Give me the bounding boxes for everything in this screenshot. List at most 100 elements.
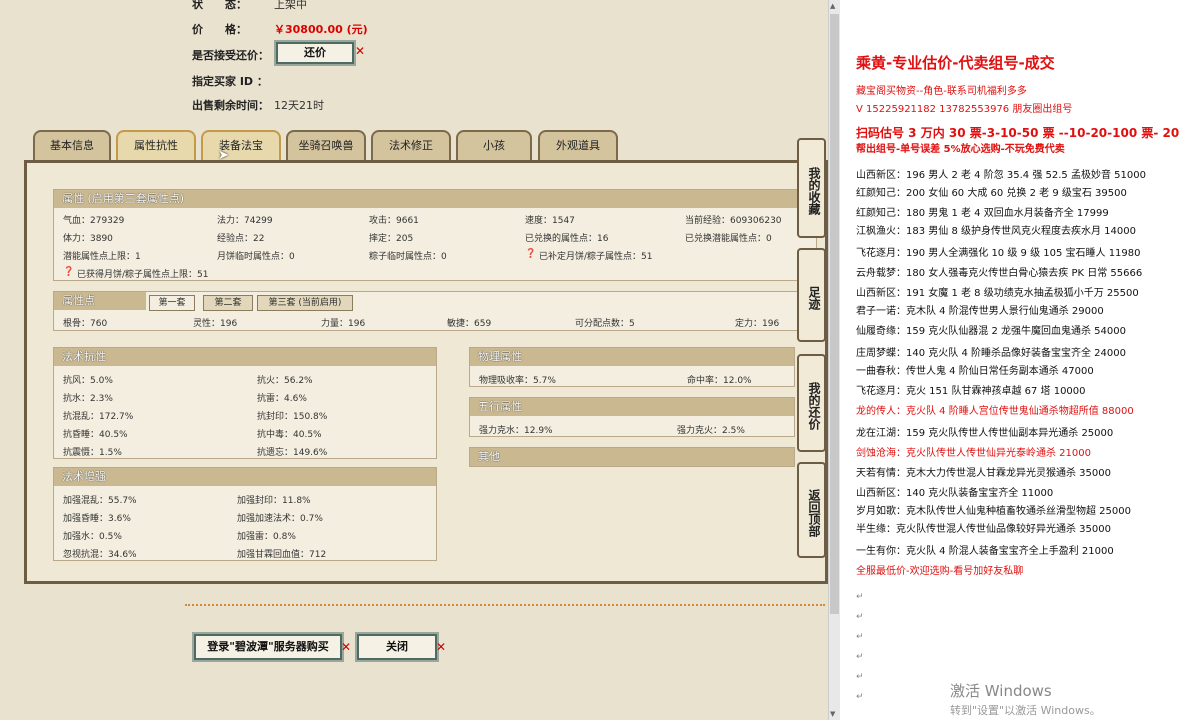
doc-line: 一生有你：克火队 4 阶混人装备宝宝齐全上手盈利 21000: [856, 546, 1114, 557]
tab-points-set1[interactable]: 第一套: [149, 295, 195, 311]
resist-thunder: 抗雷：4.6%: [257, 394, 307, 404]
resist-forget: 抗遗忘：149.6%: [257, 448, 328, 458]
resist-sleep: 抗昏睡：40.5%: [63, 430, 128, 440]
other-box: 其他: [469, 447, 795, 467]
resist-seal: 抗封印：150.8%: [257, 412, 328, 422]
attr-attack: 攻击：9661: [369, 216, 419, 226]
attr-potential-exchanged: 已兑换潜能属性点：0: [685, 234, 772, 244]
doc-line: 飞花逐月：190 男人全满强化 10 级 9 级 105 宝石睡人 11980: [856, 248, 1141, 259]
paragraph-mark-icon: ↵: [856, 672, 864, 682]
status-value: 上架中: [274, 0, 307, 11]
paragraph-mark-icon: ↵: [856, 632, 864, 642]
point-agility: 敏捷：659: [447, 319, 492, 329]
wuxing-water: 强力克水：12.9%: [479, 426, 553, 436]
doc-line: 岁月如歌：克木队传世人仙鬼种植畜牧通杀丝滑型物超 25000: [856, 506, 1131, 517]
attr-seal: 摔定：205: [369, 234, 414, 244]
point-spirit: 灵性：196: [193, 319, 238, 329]
resist-water: 抗水：2.3%: [63, 394, 113, 404]
attr-potential-cap: 潜能属性点上限：1: [63, 252, 141, 262]
side-footprint[interactable]: 足迹: [797, 248, 826, 342]
side-favorites[interactable]: 我的收藏: [797, 138, 826, 238]
attr-filled: 已补定月饼/粽子属性点：51: [539, 252, 653, 262]
attr-exchanged: 已兑换的属性点：16: [525, 234, 609, 244]
tab-equipment[interactable]: 装备法宝: [201, 130, 281, 160]
doc-line: 飞花逐月：克火 151 队甘霖神孩卓越 67 塔 10000: [856, 386, 1086, 397]
side-my-bargain[interactable]: 我的还价: [797, 354, 826, 452]
doc-line: 山西新区：191 女魔 1 老 8 级功绩克水抽孟极狐小千万 25500: [856, 288, 1139, 299]
doc-line: 全服最低价-欢迎选购-看号加好友私聊: [856, 566, 1024, 577]
enhance-haste: 加强加速法术：0.7%: [237, 514, 323, 524]
physical-title: 物理属性: [470, 348, 794, 366]
bargain-label: 是否接受还价：: [192, 49, 269, 62]
doc-line: 天若有情：克木大力传世混人甘霖龙异光灵猴通杀 35000: [856, 468, 1111, 479]
windows-activate-watermark: 激活 Windows: [950, 682, 1052, 700]
doc-heading: 乘黄-专业估价-代卖组号-成交: [856, 54, 1055, 72]
enhance-chaos: 加强混乱：55.7%: [63, 496, 137, 506]
windows-activate-hint: 转到"设置"以激活 Windows。: [950, 704, 1101, 717]
scroll-up-icon[interactable]: ▲: [830, 2, 835, 10]
phys-absorb: 物理吸收率：5.7%: [479, 376, 556, 386]
paragraph-mark-icon: ↵: [856, 592, 864, 602]
scroll-thumb[interactable]: [830, 14, 839, 614]
enhance-water: 加强水：0.5%: [63, 532, 122, 542]
divider: [185, 604, 825, 606]
login-buy-button[interactable]: 登录"碧波潭"服务器购买: [194, 634, 342, 660]
doc-line: 一曲春秋：传世人鬼 4 阶仙日常任务副本通杀 47000: [856, 366, 1094, 377]
point-focus: 定力：196: [735, 319, 780, 329]
doc-line: 红颜知己：180 男鬼 1 老 4 双回血水月装备齐全 17999: [856, 208, 1109, 219]
close-x-icon: ✕: [436, 640, 447, 654]
buyer-id-label: 指定买家 ID ：: [192, 75, 268, 88]
wuxing-fire: 强力克火：2.5%: [677, 426, 745, 436]
doc-line: 龙的传人：克火队 4 阶睡人宫位传世鬼仙通杀物超所值 88000: [856, 406, 1134, 417]
ignore-chaos-resist: 忽视抗混：34.6%: [63, 550, 137, 560]
tab-basic[interactable]: 基本信息: [33, 130, 111, 160]
scroll-down-icon[interactable]: ▼: [830, 710, 835, 718]
attr-zongzi: 粽子临时属性点：0: [369, 252, 447, 262]
enhance-sleep: 加强昏睡：3.6%: [63, 514, 131, 524]
resist-chaos: 抗混乱：172.7%: [63, 412, 134, 422]
attr-exp-points: 经验点：22: [217, 234, 265, 244]
price-label: 价 格：: [192, 23, 247, 36]
enhance-heal: 加强甘霖回血值：712: [237, 550, 327, 560]
attr-hp: 气血：279329: [63, 216, 125, 226]
resist-shock: 抗震慑：1.5%: [63, 448, 122, 458]
time-left-value: 12天21时: [274, 99, 324, 112]
doc-line: 君子一诺：克木队 4 阶混传世男人景行仙鬼通杀 29000: [856, 306, 1104, 317]
paragraph-mark-icon: ↵: [856, 692, 864, 702]
attr-exp: 当前经验：609306230: [685, 216, 782, 226]
resist-title: 法术抗性: [54, 348, 436, 366]
doc-line: 庄周梦蝶：140 克火队 4 阶睡杀品像好装备宝宝齐全 24000: [856, 348, 1126, 359]
enhance-seal: 加强封印：11.8%: [237, 496, 311, 506]
doc-line: 红颜知己：200 女仙 60 大成 60 兑换 2 老 9 级宝石 39500: [856, 188, 1127, 199]
page-scrollbar[interactable]: ▲ ▼: [828, 0, 840, 720]
help-icon[interactable]: ❓: [63, 267, 74, 277]
close-button[interactable]: 关闭: [357, 634, 437, 660]
tab-points-set3[interactable]: 第三套 (当前启用): [257, 295, 353, 311]
doc-line: 半生缘：克火队传世混人传世仙品像较好异光通杀 35000: [856, 524, 1111, 535]
resist-wind: 抗风：5.0%: [63, 376, 113, 386]
tab-mounts-pets[interactable]: 坐骑召唤兽: [286, 130, 366, 160]
resist-fire: 抗火：56.2%: [257, 376, 313, 386]
resist-poison: 抗中毒：40.5%: [257, 430, 322, 440]
price-value: ￥30800.00 (元): [274, 23, 368, 36]
status-label: 状 态：: [192, 0, 247, 11]
side-back-top[interactable]: 返回顶部: [797, 462, 826, 558]
doc-line: 帮出组号-单号误差 5%放心选购-不玩免费代卖: [856, 144, 1065, 155]
tab-attributes[interactable]: 属性抗性: [116, 130, 196, 160]
other-title: 其他: [470, 448, 794, 466]
paragraph-mark-icon: ↵: [856, 612, 864, 622]
wuxing-title: 五行属性: [470, 398, 794, 416]
bargain-button[interactable]: 还价: [276, 42, 354, 64]
attr-speed: 速度：1547: [525, 216, 575, 226]
tab-children[interactable]: 小孩: [456, 130, 532, 160]
phys-hit: 命中率：12.0%: [687, 376, 752, 386]
tab-spell-mod[interactable]: 法术修正: [371, 130, 451, 160]
tab-points-set2[interactable]: 第二套: [203, 295, 253, 311]
doc-line: 山西新区：196 男人 2 老 4 阶忽 35.4 强 52.5 孟极妙音 51…: [856, 170, 1146, 181]
points-title: 属性点: [54, 292, 146, 310]
attr-stamina: 体力：3890: [63, 234, 113, 244]
doc-line: 江枫渔火：183 男仙 8 级护身传世风克火程度去疾水月 14000: [856, 226, 1136, 237]
tab-appearance[interactable]: 外观道具: [538, 130, 618, 160]
point-available: 可分配点数：5: [575, 319, 635, 329]
help-icon[interactable]: ❓: [525, 249, 536, 259]
